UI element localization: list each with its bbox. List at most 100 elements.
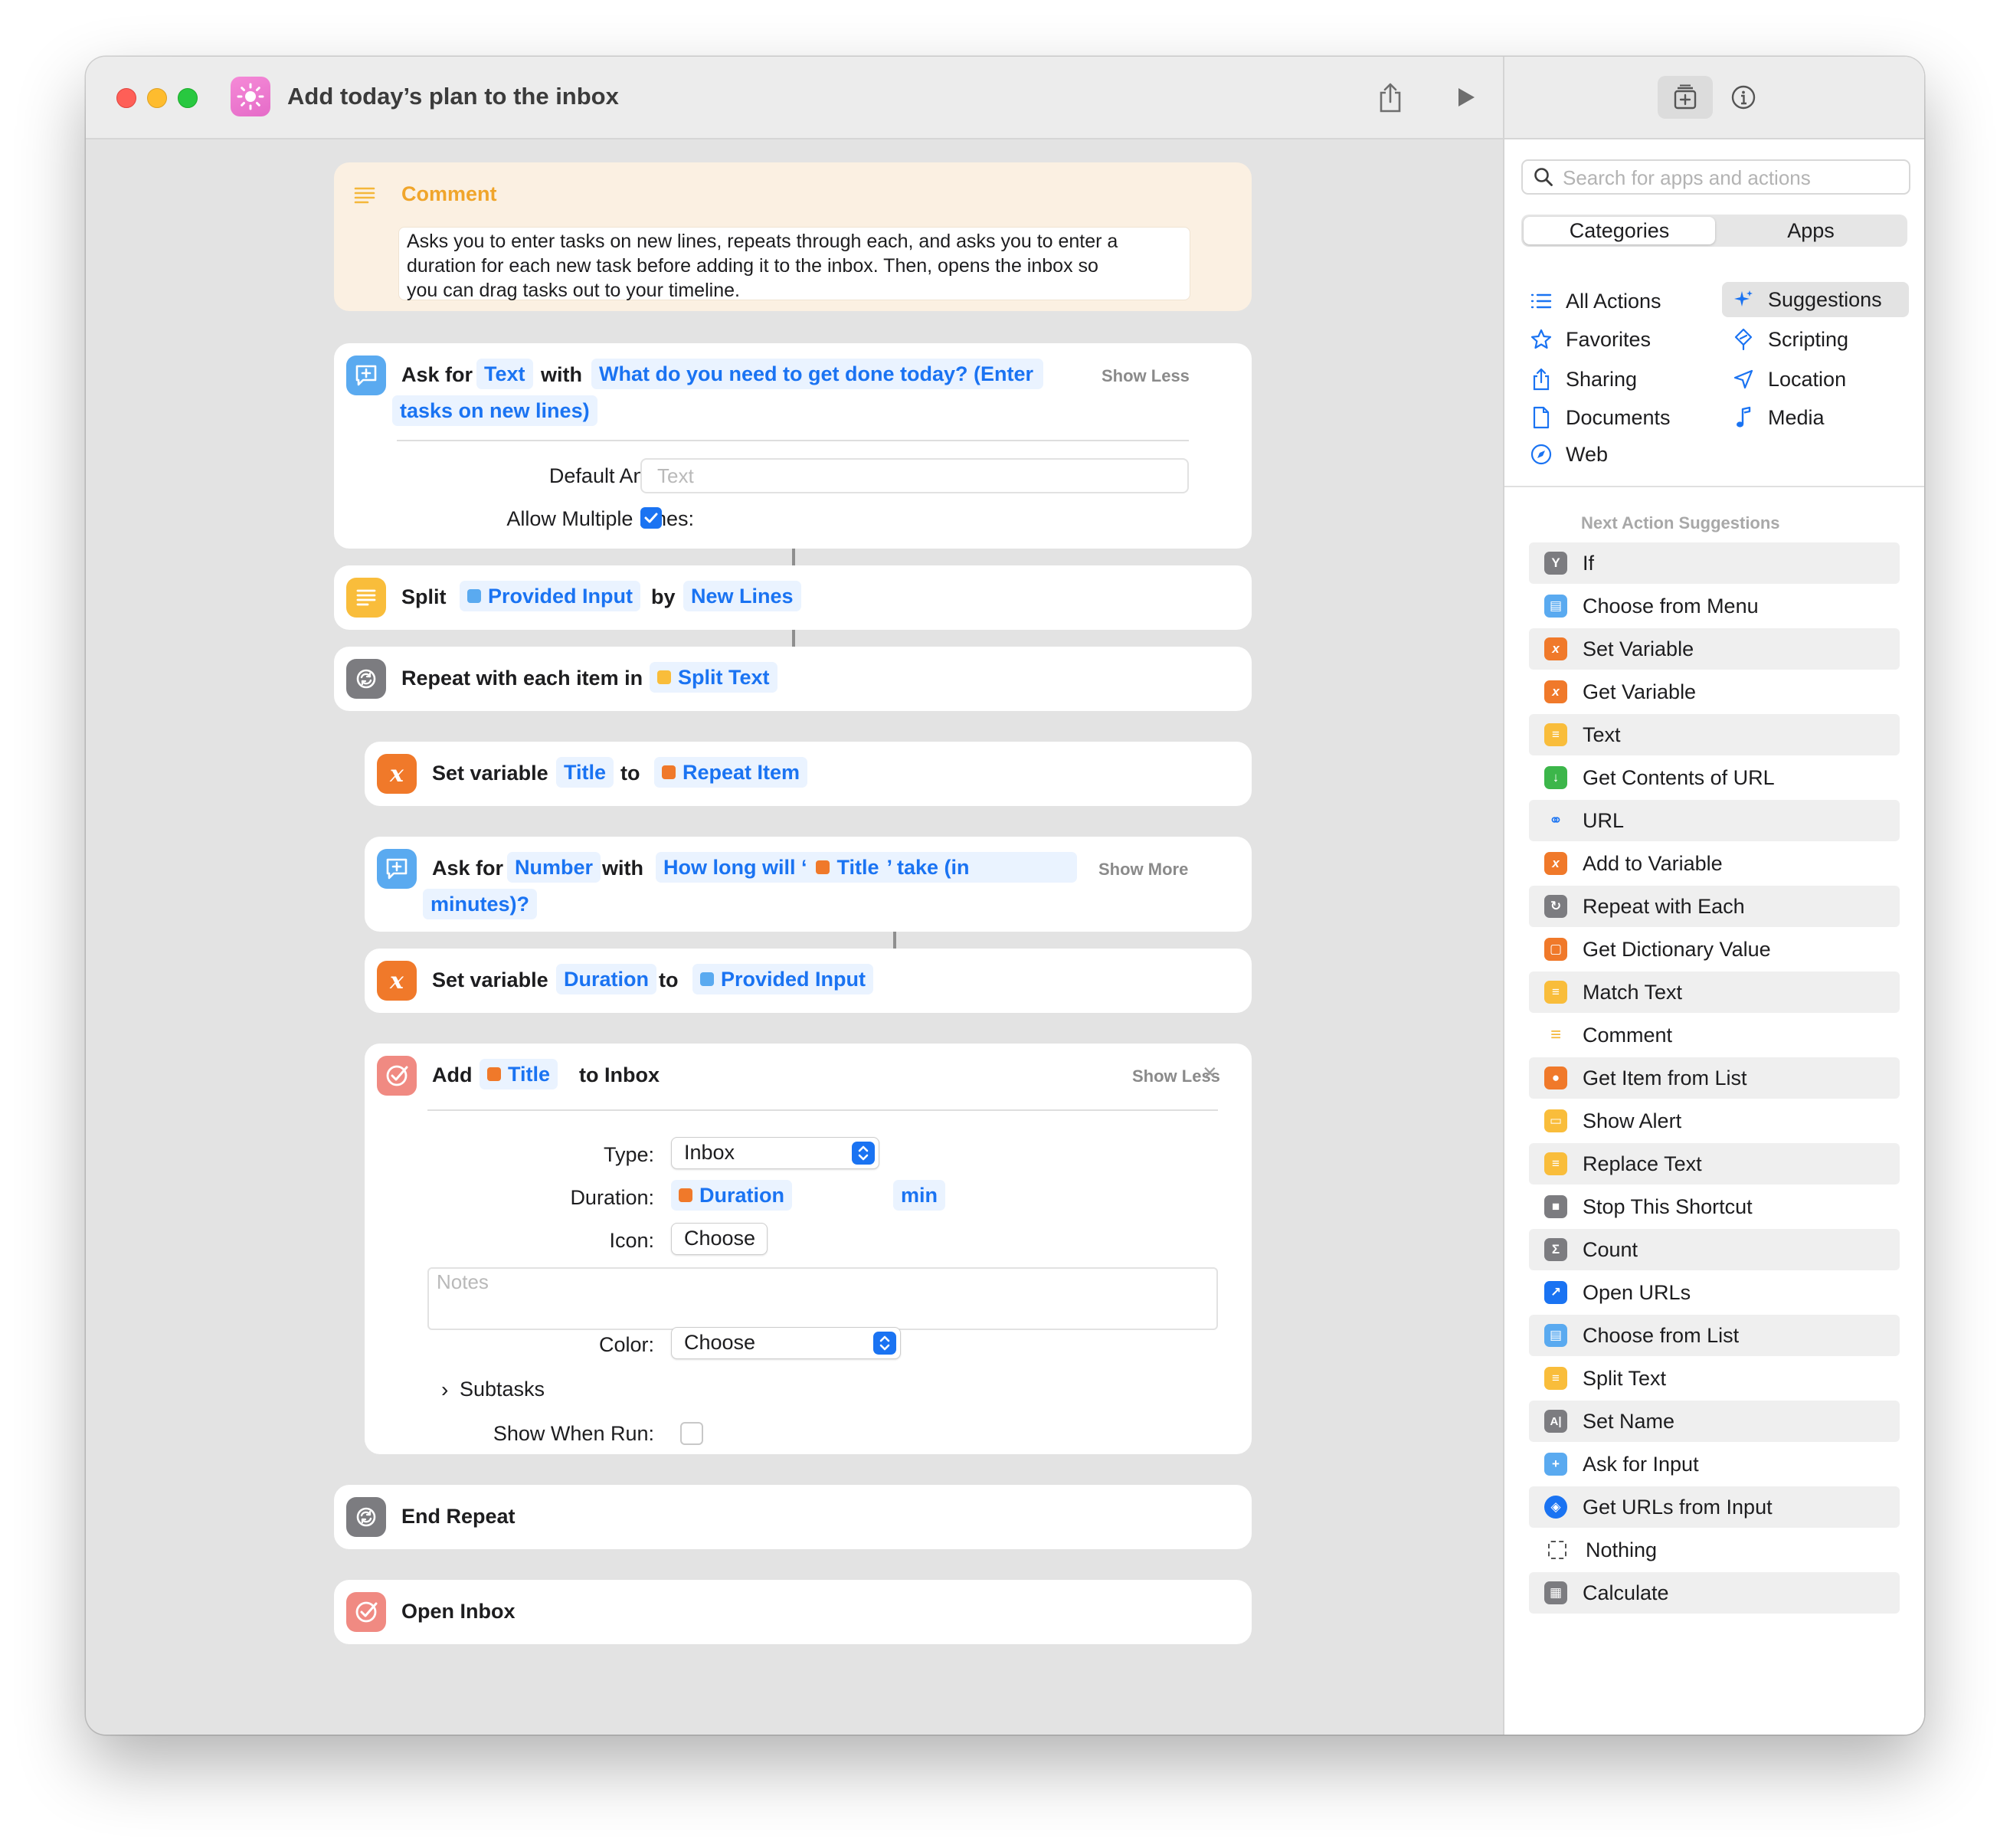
- duration-unit-token[interactable]: min: [893, 1180, 946, 1211]
- sparkle-icon: [1730, 288, 1757, 311]
- suggestion-stop-this-shortcut[interactable]: ■ Stop This Shortcut: [1529, 1186, 1900, 1227]
- compass-icon: ◈: [1544, 1496, 1567, 1519]
- category-media[interactable]: Media: [1730, 400, 1825, 435]
- suggestion-get-urls-from-input[interactable]: ◈ Get URLs from Input: [1529, 1486, 1900, 1528]
- suggestion-get-variable[interactable]: x Get Variable: [1529, 671, 1900, 713]
- icon-choose-button[interactable]: Choose: [671, 1223, 768, 1255]
- suggestion-comment[interactable]: ≡ Comment: [1529, 1014, 1900, 1056]
- category-suggestions[interactable]: Suggestions: [1722, 282, 1909, 317]
- search-field[interactable]: Search for apps and actions: [1521, 159, 1910, 195]
- add-action-icon[interactable]: [1658, 76, 1713, 119]
- category-web[interactable]: Web: [1527, 437, 1608, 472]
- suggestion-add-to-variable[interactable]: x Add to Variable: [1529, 843, 1900, 884]
- category-location[interactable]: Location: [1730, 362, 1846, 397]
- suggestion-open-urls[interactable]: ↗ Open URLs: [1529, 1272, 1900, 1313]
- checkmark-circle-icon: [346, 1592, 386, 1632]
- prompt-token-continued[interactable]: minutes)?: [423, 889, 538, 919]
- close-icon[interactable]: ×: [1203, 1059, 1217, 1087]
- comment-text-field[interactable]: Asks you to enter tasks on new lines, re…: [398, 227, 1190, 301]
- category-scripting[interactable]: Scripting: [1730, 322, 1848, 357]
- show-more-link[interactable]: Show More: [1098, 860, 1188, 880]
- suggestion-match-text[interactable]: ≡ Match Text: [1529, 972, 1900, 1013]
- ask-for-number-action[interactable]: Ask for Number with How long will ‘ Titl…: [365, 837, 1252, 932]
- tab-categories[interactable]: Categories: [1524, 217, 1715, 244]
- suggestion-if[interactable]: Y If: [1529, 542, 1900, 584]
- suggestion-get-contents-of-url[interactable]: ↓ Get Contents of URL: [1529, 757, 1900, 798]
- category-documents[interactable]: Documents: [1527, 400, 1671, 435]
- comment-action[interactable]: Comment Asks you to enter tasks on new l…: [334, 162, 1252, 311]
- zoom-window-button[interactable]: [178, 88, 198, 108]
- set-variable-duration-action[interactable]: x Set variable Duration to Provided Inpu…: [365, 949, 1252, 1013]
- subtasks-label[interactable]: Subtasks: [460, 1378, 545, 1401]
- suggestion-url[interactable]: ⚭ URL: [1529, 800, 1900, 841]
- add-to-inbox-action[interactable]: Add Title to Inbox Show Less × Type: Inb…: [365, 1044, 1252, 1454]
- suggestion-repeat-with-each[interactable]: ↻ Repeat with Each: [1529, 886, 1900, 927]
- info-icon[interactable]: [1716, 76, 1771, 119]
- comment-lines-icon: ≡: [1550, 1024, 1561, 1045]
- prompt-token[interactable]: How long will ‘ Title ’ take (in: [656, 852, 1077, 883]
- variable-x-icon: x: [377, 754, 417, 794]
- allow-multiple-lines-checkbox[interactable]: [640, 507, 662, 529]
- default-answer-field[interactable]: Text: [640, 458, 1189, 493]
- variable-name-token[interactable]: Duration: [556, 964, 656, 994]
- app-sun-icon[interactable]: [231, 77, 270, 116]
- open-inbox-action[interactable]: Open Inbox: [334, 1580, 1252, 1644]
- prompt-token-continued[interactable]: tasks on new lines): [392, 395, 597, 426]
- suggestion-calculate[interactable]: ▦ Calculate: [1529, 1572, 1900, 1614]
- comment-line: Asks you to enter tasks on new lines, re…: [407, 231, 1118, 252]
- category-label: Location: [1768, 367, 1847, 391]
- close-window-button[interactable]: [116, 88, 136, 108]
- suggestion-nothing[interactable]: Nothing: [1529, 1529, 1900, 1571]
- suggestion-choose-from-list[interactable]: ▤ Choose from List: [1529, 1315, 1900, 1356]
- category-all-actions[interactable]: All Actions: [1527, 283, 1661, 319]
- calculator-icon: ▦: [1544, 1581, 1567, 1604]
- notes-field[interactable]: Notes: [427, 1267, 1218, 1330]
- ask-with: with: [602, 857, 643, 880]
- category-sharing[interactable]: Sharing: [1527, 362, 1637, 397]
- suggestion-get-dictionary-value[interactable]: ▢ Get Dictionary Value: [1529, 929, 1900, 970]
- category-favorites[interactable]: Favorites: [1527, 322, 1651, 357]
- suggestion-text[interactable]: ≡ Text: [1529, 714, 1900, 755]
- suggestion-ask-for-input[interactable]: + Ask for Input: [1529, 1443, 1900, 1485]
- suggestion-get-item-from-list[interactable]: ● Get Item from List: [1529, 1057, 1900, 1099]
- suggestion-split-text[interactable]: ≡ Split Text: [1529, 1358, 1900, 1399]
- suggestion-set-variable[interactable]: x Set Variable: [1529, 628, 1900, 670]
- suggestion-show-alert[interactable]: ▭ Show Alert: [1529, 1100, 1900, 1142]
- text-lines-icon: ≡: [1544, 1367, 1567, 1390]
- variable-mini-icon: [816, 860, 830, 874]
- new-lines-token[interactable]: New Lines: [683, 581, 801, 611]
- repeat-item-token[interactable]: Repeat Item: [654, 757, 808, 788]
- chevron-right-icon[interactable]: ›: [441, 1378, 448, 1402]
- suggestion-set-name[interactable]: A| Set Name: [1529, 1401, 1900, 1442]
- split-text-action[interactable]: Split Provided Input by New Lines: [334, 565, 1252, 630]
- minimize-window-button[interactable]: [147, 88, 167, 108]
- suggestion-count[interactable]: Σ Count: [1529, 1229, 1900, 1270]
- show-less-link[interactable]: Show Less: [1102, 366, 1190, 386]
- provided-input-token[interactable]: Provided Input: [460, 581, 640, 611]
- input-type-token[interactable]: Text: [476, 359, 533, 389]
- input-type-token[interactable]: Number: [507, 852, 601, 883]
- variable-name-token[interactable]: Title: [556, 757, 614, 788]
- repeat-with-each-action[interactable]: Repeat with each item in Split Text: [334, 647, 1252, 711]
- prompt-token[interactable]: What do you need to get done today? (Ent…: [591, 359, 1043, 389]
- variable-mini-icon: [487, 1067, 501, 1081]
- ask-for-text-action[interactable]: Ask for Text with What do you need to ge…: [334, 343, 1252, 549]
- show-when-run-checkbox[interactable]: [680, 1422, 703, 1445]
- split-text-token[interactable]: Split Text: [650, 662, 777, 693]
- tab-apps[interactable]: Apps: [1715, 217, 1907, 244]
- play-icon[interactable]: [1448, 80, 1483, 115]
- color-popup[interactable]: Choose: [671, 1327, 901, 1359]
- title-token[interactable]: Title: [480, 1059, 558, 1089]
- type-popup[interactable]: Inbox: [671, 1137, 879, 1169]
- suggestion-replace-text[interactable]: ≡ Replace Text: [1529, 1143, 1900, 1184]
- duration-token[interactable]: Duration: [671, 1180, 792, 1211]
- share-icon[interactable]: [1373, 80, 1408, 115]
- suggestion-choose-from-menu[interactable]: ▤ Choose from Menu: [1529, 585, 1900, 627]
- set-variable-title-action[interactable]: x Set variable Title to Repeat Item: [365, 742, 1252, 806]
- ask-input-icon: [346, 356, 386, 395]
- variable-mini-icon: [662, 765, 676, 779]
- suggestion-label: Add to Variable: [1583, 851, 1723, 875]
- provided-input-token[interactable]: Provided Input: [692, 964, 873, 994]
- end-repeat-action[interactable]: End Repeat: [334, 1485, 1252, 1549]
- category-label: Documents: [1566, 405, 1671, 429]
